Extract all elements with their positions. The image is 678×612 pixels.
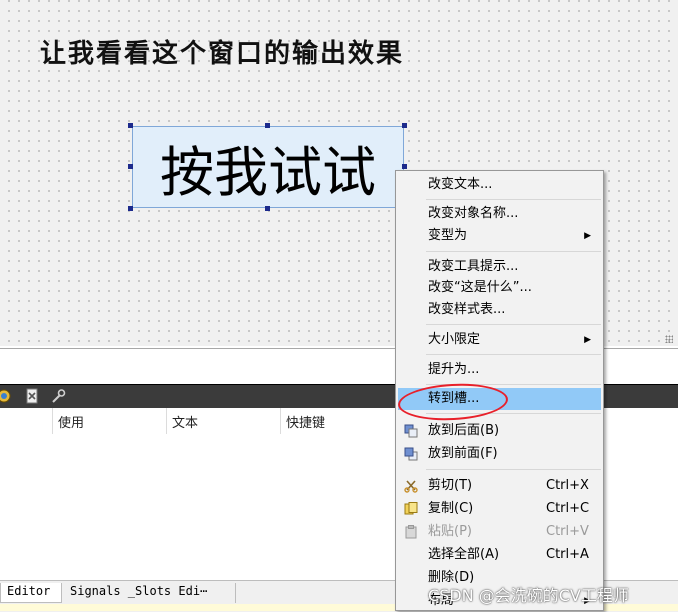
column-header-use[interactable]: 使用 xyxy=(58,412,84,431)
menu-separator xyxy=(426,199,601,200)
menu-item-copy[interactable]: 复制(C) Ctrl+C xyxy=(398,498,601,520)
send-to-back-icon xyxy=(404,424,418,438)
menu-item-change-stylesheet[interactable]: 改变样式表... xyxy=(398,299,601,321)
menu-item-label: 剪切(T) xyxy=(428,478,473,493)
menu-item-change-tooltip[interactable]: 改变工具提示... xyxy=(398,256,601,278)
bring-to-front-icon xyxy=(404,447,418,461)
menu-item-cut[interactable]: 剪切(T) Ctrl+X xyxy=(398,475,601,497)
menu-item-label: 改变工具提示... xyxy=(428,259,519,274)
tab-signals-slots-editor[interactable]: Signals _Slots Edi⋯ xyxy=(64,583,236,603)
menu-item-promote-to[interactable]: 提升为... xyxy=(398,359,601,381)
menu-item-label: 选择全部(A) xyxy=(428,547,500,562)
scissors-icon xyxy=(404,480,418,493)
column-separator[interactable] xyxy=(52,408,53,434)
paste-icon xyxy=(405,525,417,539)
menu-item-label: 改变“这是什么”... xyxy=(428,280,532,295)
menu-item-label: 复制(C) xyxy=(428,501,474,516)
column-separator[interactable] xyxy=(280,408,281,434)
menu-item-change-whats-this[interactable]: 改变“这是什么”... xyxy=(398,277,601,299)
menu-separator xyxy=(426,354,601,355)
push-button[interactable]: 按我试试 xyxy=(132,126,404,208)
selection-handle-top-center[interactable] xyxy=(265,123,270,128)
menu-item-label: 改变文本... xyxy=(428,177,493,192)
menu-item-shortcut: Ctrl+C xyxy=(546,501,590,516)
column-header-text[interactable]: 文本 xyxy=(172,412,198,431)
delete-action-icon[interactable] xyxy=(24,388,40,404)
menu-item-shortcut: Ctrl+V xyxy=(546,524,589,539)
push-button-text: 按我试试 xyxy=(160,140,376,204)
menu-item-label: 提升为... xyxy=(428,362,480,377)
column-header-shortcut[interactable]: 快捷键 xyxy=(286,412,325,431)
selection-handle-mid-left[interactable] xyxy=(128,164,133,169)
selection-handle-mid-right[interactable] xyxy=(402,164,407,169)
menu-item-morph-into[interactable]: 变型为 ▶ xyxy=(398,225,601,247)
menu-item-change-text[interactable]: 改变文本... xyxy=(398,174,601,196)
menu-item-shortcut: Ctrl+A xyxy=(546,547,589,562)
selection-handle-bottom-left[interactable] xyxy=(128,206,133,211)
menu-item-label: 改变样式表... xyxy=(428,302,506,317)
submenu-arrow-icon: ▶ xyxy=(584,335,591,345)
selection-handle-top-left[interactable] xyxy=(128,123,133,128)
menu-item-label: 放到后面(B) xyxy=(428,423,500,438)
column-separator[interactable] xyxy=(166,408,167,434)
title-label[interactable]: 让我看看这个窗口的输出效果 xyxy=(40,33,404,70)
configure-icon[interactable] xyxy=(50,388,66,404)
menu-item-label: 粘贴(P) xyxy=(428,524,472,539)
watermark: CSDN @会洗碗的CV工程师 xyxy=(428,586,629,605)
selection-handle-top-right[interactable] xyxy=(402,123,407,128)
menu-item-bring-to-front[interactable]: 放到前面(F) xyxy=(398,443,601,465)
selection-handle-bottom-center[interactable] xyxy=(265,206,270,211)
menu-item-paste[interactable]: 粘贴(P) Ctrl+V xyxy=(398,521,601,543)
submenu-arrow-icon: ▶ xyxy=(584,231,591,241)
menu-item-send-to-back[interactable]: 放到后面(B) xyxy=(398,420,601,442)
copy-icon xyxy=(404,502,418,515)
menu-item-shortcut: Ctrl+X xyxy=(546,478,589,493)
resize-grip-icon[interactable] xyxy=(665,335,673,343)
menu-separator xyxy=(426,324,601,325)
menu-item-size-constraints[interactable]: 大小限定 ▶ xyxy=(398,329,601,351)
tab-action-editor[interactable]: Editor xyxy=(0,583,62,603)
menu-item-label: 大小限定 xyxy=(428,332,481,347)
menu-item-label: 改变对象名称... xyxy=(428,206,519,221)
new-action-icon[interactable] xyxy=(0,388,12,404)
menu-item-label: 放到前面(F) xyxy=(428,446,498,461)
menu-separator xyxy=(426,251,601,252)
menu-item-select-all[interactable]: 选择全部(A) Ctrl+A xyxy=(398,544,601,566)
menu-item-change-object-name[interactable]: 改变对象名称... xyxy=(398,203,601,225)
menu-item-label: 变型为 xyxy=(428,228,468,243)
menu-separator xyxy=(426,469,601,470)
